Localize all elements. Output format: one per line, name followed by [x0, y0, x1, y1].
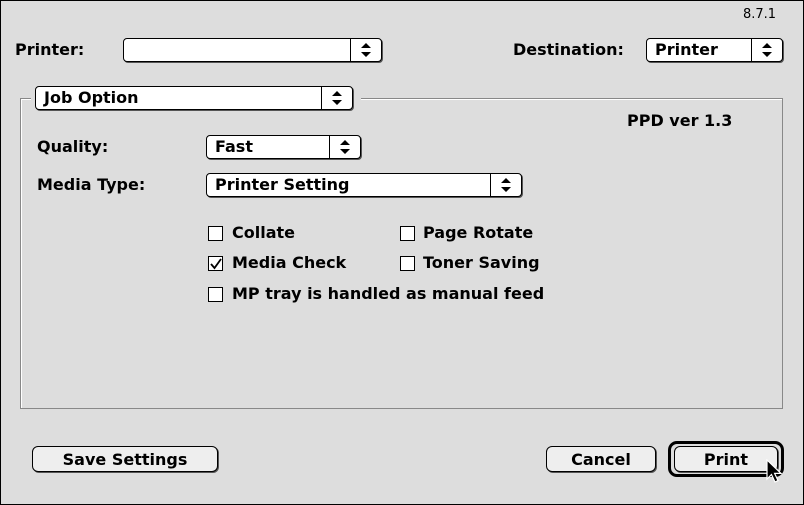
mp-tray-label[interactable]: MP tray is handled as manual feed — [232, 284, 544, 304]
media-type-popup[interactable]: Printer Setting — [206, 173, 522, 197]
collate-checkbox[interactable] — [208, 226, 223, 241]
destination-popup[interactable]: Printer — [646, 38, 783, 62]
quality-label: Quality: — [37, 137, 109, 156]
popup-arrows-icon — [321, 87, 352, 109]
cancel-button[interactable]: Cancel — [546, 446, 656, 472]
media-check-checkbox[interactable] — [208, 256, 223, 271]
quality-value: Fast — [215, 137, 253, 156]
popup-arrows-icon — [751, 39, 782, 61]
print-button[interactable]: Print — [674, 446, 778, 472]
checkmark-icon — [210, 258, 222, 270]
mouse-pointer-icon — [766, 459, 783, 483]
print-dialog: 8.7.1 Printer: Destination: Printer Job … — [0, 0, 804, 505]
page-rotate-checkbox[interactable] — [400, 226, 415, 241]
save-settings-button[interactable]: Save Settings — [32, 446, 218, 472]
media-check-label[interactable]: Media Check — [232, 253, 346, 273]
ppd-version: PPD ver 1.3 — [627, 111, 733, 130]
popup-arrows-icon — [350, 39, 381, 61]
job-option-group — [20, 98, 783, 409]
media-type-label: Media Type: — [37, 175, 146, 194]
quality-popup[interactable]: Fast — [206, 135, 361, 159]
version-label: 8.7.1 — [743, 7, 777, 22]
printer-label: Printer: — [15, 40, 85, 59]
toner-saving-checkbox[interactable] — [400, 256, 415, 271]
page-rotate-label[interactable]: Page Rotate — [423, 223, 533, 243]
collate-label[interactable]: Collate — [232, 223, 295, 243]
destination-value: Printer — [655, 40, 718, 59]
media-type-value: Printer Setting — [215, 175, 350, 194]
printer-popup[interactable] — [123, 38, 382, 62]
toner-saving-label[interactable]: Toner Saving — [423, 253, 540, 273]
destination-label: Destination: — [513, 40, 624, 59]
popup-arrows-icon — [329, 136, 360, 158]
mp-tray-checkbox[interactable] — [208, 287, 223, 302]
popup-arrows-icon — [490, 174, 521, 196]
panel-popup[interactable]: Job Option — [35, 86, 353, 110]
panel-value: Job Option — [44, 88, 139, 107]
